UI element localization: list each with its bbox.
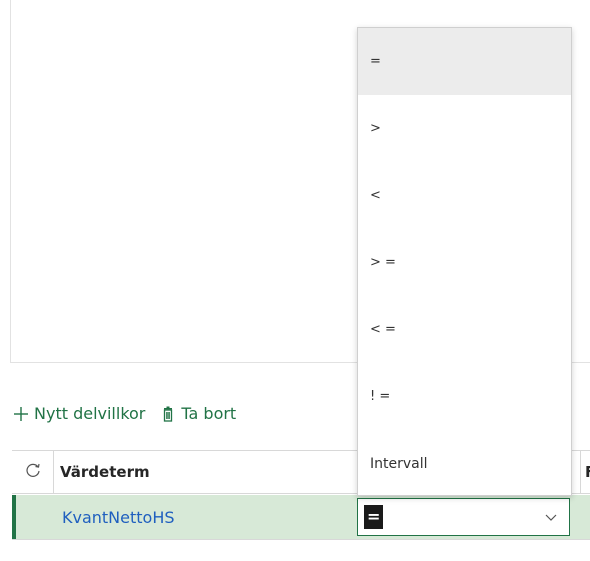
option-not-equal[interactable]: ! = xyxy=(358,363,571,430)
chevron-down-icon xyxy=(543,509,559,525)
row-selected-marker xyxy=(12,495,16,539)
operator-select-value: = xyxy=(364,505,384,529)
option-greater[interactable]: > xyxy=(358,95,571,162)
option-less-equal[interactable]: < = xyxy=(358,296,571,363)
option-greater-equal[interactable]: > = xyxy=(358,229,571,296)
option-interval[interactable]: Intervall xyxy=(358,430,571,497)
row-divider xyxy=(12,539,590,540)
table-row[interactable]: KvantNettoHS = xyxy=(12,495,590,539)
delete-label: Ta bort xyxy=(181,404,237,423)
option-equal[interactable]: = xyxy=(358,28,571,95)
trash-icon xyxy=(159,405,177,423)
operator-dropdown-list: = > < > = < = ! = Intervall xyxy=(357,27,572,496)
condition-toolbar: Nytt delvillkor Ta bort xyxy=(12,400,236,428)
new-subcondition-label: Nytt delvillkor xyxy=(34,404,146,423)
refresh-icon xyxy=(24,461,42,483)
plus-icon xyxy=(12,405,30,423)
delete-button[interactable]: Ta bort xyxy=(159,405,236,423)
column-header-next[interactable]: F xyxy=(580,451,590,493)
new-subcondition-button[interactable]: Nytt delvillkor xyxy=(12,405,145,423)
option-less[interactable]: < xyxy=(358,162,571,229)
column-header-value-term[interactable]: Värdeterm xyxy=(60,451,150,493)
refresh-button[interactable] xyxy=(12,451,54,493)
operator-select[interactable]: = xyxy=(357,498,570,536)
page-root: Nytt delvillkor Ta bort Värdeterm KvantN… xyxy=(0,0,590,561)
value-term-cell[interactable]: KvantNettoHS xyxy=(62,495,175,539)
